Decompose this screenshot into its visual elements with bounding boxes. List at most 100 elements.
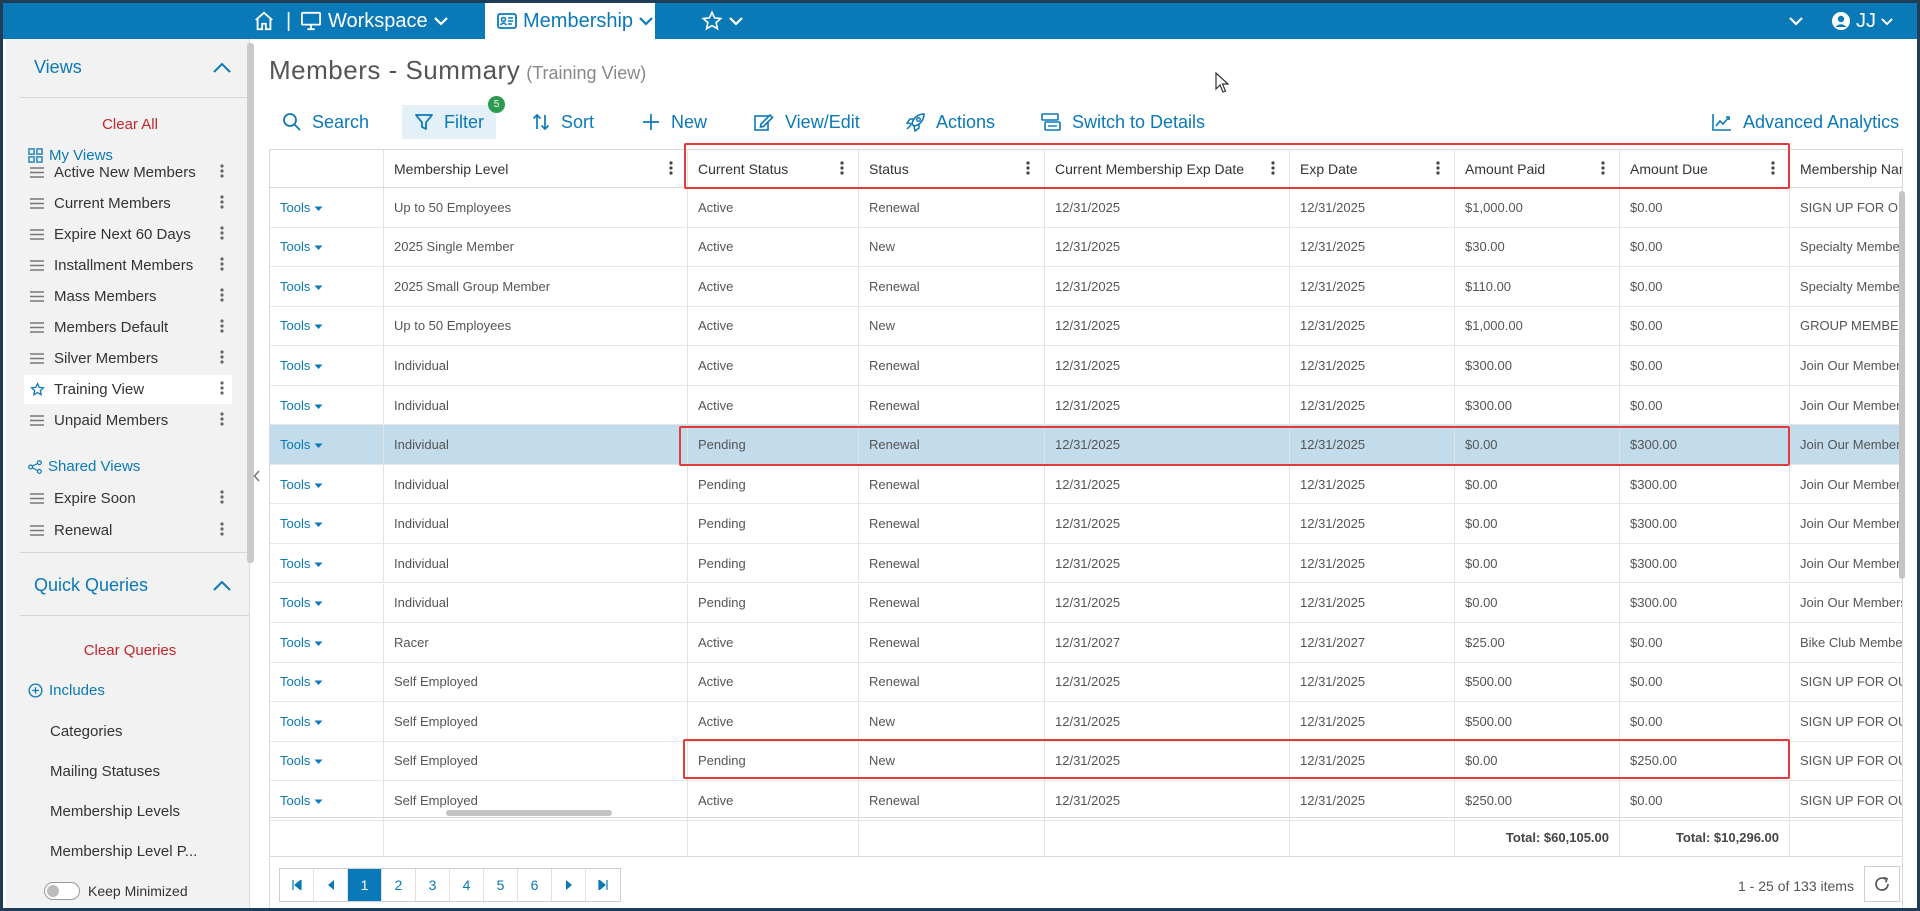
quick-query-item[interactable]: Membership Level P... bbox=[50, 843, 197, 860]
sidebar-item-active-new-members[interactable]: Active New Members bbox=[24, 158, 232, 187]
column-menu-icon[interactable] bbox=[669, 161, 673, 178]
filter-button[interactable]: Filter bbox=[402, 105, 496, 139]
tools-dropdown[interactable]: Tools bbox=[270, 623, 384, 662]
toggle-switch[interactable] bbox=[44, 882, 80, 900]
table-row[interactable]: Tools Individual Pending Renewal 12/31/2025 1… bbox=[270, 464, 1902, 505]
tools-dropdown[interactable]: Tools bbox=[270, 662, 384, 702]
chevron-up-icon[interactable] bbox=[208, 576, 236, 596]
page-button[interactable]: 5 bbox=[484, 869, 518, 901]
tools-dropdown[interactable]: Tools bbox=[270, 702, 384, 741]
table-row[interactable]: Tools Individual Pending Renewal 12/31/2025 1… bbox=[270, 504, 1902, 544]
caret-down-icon bbox=[314, 753, 323, 768]
favorites-menu[interactable] bbox=[701, 3, 743, 39]
table-cell: $500.00 bbox=[1455, 702, 1620, 741]
tools-dropdown[interactable]: Tools bbox=[270, 464, 384, 504]
more-options-icon[interactable] bbox=[220, 195, 224, 213]
table-row[interactable]: Tools Self Employed Active Renewal 12/31/202… bbox=[270, 662, 1902, 703]
advanced-analytics-button[interactable]: Advanced Analytics bbox=[1711, 105, 1899, 139]
previous-page-icon[interactable] bbox=[314, 869, 348, 901]
table-row[interactable]: Tools Racer Active Renewal 12/31/2027 12/31/2… bbox=[270, 623, 1902, 663]
actions-button[interactable]: Actions bbox=[904, 105, 995, 139]
page-button[interactable]: 1 bbox=[348, 869, 382, 901]
search-button[interactable]: Search bbox=[282, 105, 369, 139]
table-cell: $0.00 bbox=[1455, 583, 1620, 622]
sidebar-item-renewal[interactable]: Renewal bbox=[24, 516, 232, 545]
tools-dropdown[interactable]: Tools bbox=[270, 504, 384, 543]
table-row[interactable]: Tools 2025 Single Member Active New 12/31/20… bbox=[270, 227, 1902, 268]
more-options-icon[interactable] bbox=[220, 490, 224, 508]
tools-dropdown[interactable]: Tools bbox=[270, 583, 384, 622]
more-options-icon[interactable] bbox=[220, 381, 224, 399]
tools-dropdown[interactable]: Tools bbox=[270, 543, 384, 583]
chevron-up-icon[interactable] bbox=[208, 58, 236, 78]
collapse-sidebar-icon[interactable] bbox=[253, 469, 261, 485]
switch-to-details-button[interactable]: Switch to Details bbox=[1040, 105, 1205, 139]
view-edit-button[interactable]: View/Edit bbox=[753, 105, 860, 139]
new-button[interactable]: New bbox=[641, 105, 707, 139]
page-button[interactable]: 2 bbox=[382, 869, 416, 901]
tools-dropdown[interactable]: Tools bbox=[270, 741, 384, 781]
sidebar-item-silver-members[interactable]: Silver Members bbox=[24, 344, 232, 373]
horizontal-scrollbar[interactable] bbox=[446, 810, 612, 816]
last-page-icon[interactable] bbox=[586, 869, 620, 901]
table-row[interactable]: Tools Self Employed Active New 12/31/2025 12/… bbox=[270, 702, 1902, 742]
sidebar-item-expire-next-60-days[interactable]: Expire Next 60 Days bbox=[24, 220, 232, 249]
tools-dropdown[interactable]: Tools bbox=[270, 267, 384, 306]
table-row[interactable]: Tools Up to 50 Employees Active Renewal 12/3… bbox=[270, 188, 1902, 228]
tools-dropdown[interactable]: Tools bbox=[270, 385, 384, 425]
sidebar-item-unpaid-members[interactable]: Unpaid Members bbox=[24, 406, 232, 435]
table-row[interactable]: Tools Individual Active Renewal 12/31/2025 12… bbox=[270, 385, 1902, 426]
vertical-scrollbar[interactable] bbox=[1899, 191, 1905, 579]
table-row[interactable]: Tools Individual Active Renewal 12/31/2025 12… bbox=[270, 346, 1902, 386]
tools-dropdown[interactable]: Tools bbox=[270, 425, 384, 464]
more-options-icon[interactable] bbox=[220, 226, 224, 244]
tab-membership[interactable]: Membership bbox=[485, 3, 655, 39]
table-row[interactable]: Tools Individual Pending Renewal 12/31/2025 1… bbox=[270, 583, 1902, 623]
sidebar-item-installment-members[interactable]: Installment Members bbox=[24, 251, 232, 280]
sidebar-item-training-view[interactable]: Training View bbox=[24, 375, 232, 404]
more-options-icon[interactable] bbox=[220, 257, 224, 275]
keep-minimized-toggle[interactable]: Keep Minimized bbox=[44, 882, 188, 900]
shared-views-link[interactable]: Shared Views bbox=[28, 458, 140, 475]
first-page-icon[interactable] bbox=[280, 869, 314, 901]
refresh-button[interactable] bbox=[1864, 866, 1900, 902]
tools-dropdown[interactable]: Tools bbox=[270, 306, 384, 346]
includes-link[interactable]: Includes bbox=[28, 682, 105, 699]
column-header[interactable]: Membership Nam bbox=[1790, 150, 1902, 187]
sidebar-item-current-members[interactable]: Current Members bbox=[24, 189, 232, 218]
more-options-icon[interactable] bbox=[220, 319, 224, 337]
quick-query-item[interactable]: Mailing Statuses bbox=[50, 763, 160, 780]
sidebar-item-members-default[interactable]: Members Default bbox=[24, 313, 232, 342]
sidebar-scrollbar[interactable] bbox=[247, 43, 254, 563]
table-row[interactable]: Tools 2025 Small Group Member Active Renewa… bbox=[270, 267, 1902, 307]
sidebar-item-mass-members[interactable]: Mass Members bbox=[24, 282, 232, 311]
more-options-icon[interactable] bbox=[220, 350, 224, 368]
tools-dropdown[interactable]: Tools bbox=[270, 346, 384, 385]
more-options-icon[interactable] bbox=[220, 412, 224, 430]
next-page-icon[interactable] bbox=[552, 869, 586, 901]
more-options-icon[interactable] bbox=[220, 164, 224, 182]
quick-query-item[interactable]: Categories bbox=[50, 723, 123, 740]
page-button[interactable]: 3 bbox=[416, 869, 450, 901]
table-row[interactable]: Tools Up to 50 Employees Active New 12/31/20… bbox=[270, 306, 1902, 347]
tools-dropdown[interactable]: Tools bbox=[270, 188, 384, 227]
table-row[interactable]: Tools Individual Pending Renewal 12/31/2025 1… bbox=[270, 543, 1902, 584]
page-button[interactable]: 4 bbox=[450, 869, 484, 901]
home-icon[interactable] bbox=[253, 3, 275, 39]
more-menu-chevron[interactable] bbox=[1789, 3, 1803, 39]
clear-queries-link[interactable]: Clear Queries bbox=[20, 642, 240, 659]
column-header[interactable]: Membership Level bbox=[384, 150, 688, 187]
quick-queries-section-header[interactable]: Quick Queries bbox=[20, 575, 236, 596]
more-options-icon[interactable] bbox=[220, 522, 224, 540]
views-section-header[interactable]: Views bbox=[20, 57, 236, 78]
page-button[interactable]: 6 bbox=[518, 869, 552, 901]
workspace-menu[interactable]: Workspace bbox=[300, 3, 448, 39]
clear-all-link[interactable]: Clear All bbox=[20, 116, 240, 133]
tools-dropdown[interactable]: Tools bbox=[270, 781, 384, 820]
sidebar-item-expire-soon[interactable]: Expire Soon bbox=[24, 484, 232, 513]
quick-query-item[interactable]: Membership Levels bbox=[50, 803, 180, 820]
sort-button[interactable]: Sort bbox=[531, 105, 594, 139]
tools-dropdown[interactable]: Tools bbox=[270, 227, 384, 267]
user-menu[interactable]: JJ bbox=[1831, 3, 1893, 39]
more-options-icon[interactable] bbox=[220, 288, 224, 306]
